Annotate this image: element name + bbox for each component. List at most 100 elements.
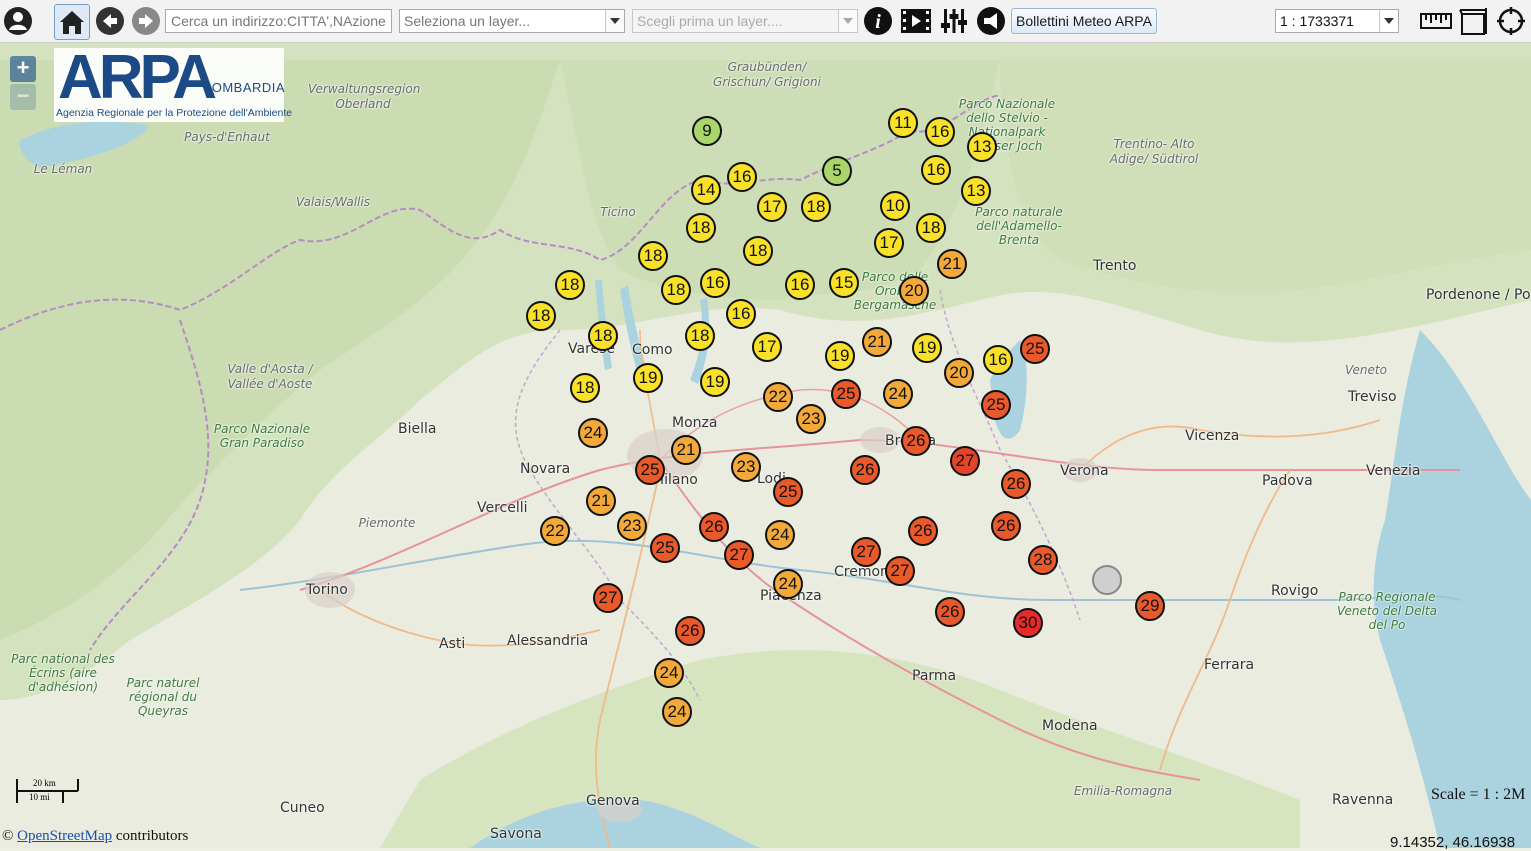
video-icon[interactable] — [899, 4, 933, 38]
temperature-marker[interactable]: 26 — [850, 455, 880, 485]
temperature-marker[interactable]: 13 — [967, 132, 997, 162]
temperature-marker[interactable]: 26 — [908, 516, 938, 546]
temperature-marker[interactable]: 25 — [650, 533, 680, 563]
temperature-marker[interactable]: 19 — [700, 367, 730, 397]
temperature-marker[interactable]: 18 — [638, 241, 668, 271]
temperature-marker[interactable]: 19 — [912, 333, 942, 363]
temperature-marker[interactable]: 24 — [765, 520, 795, 550]
temperature-marker[interactable]: 10 — [880, 191, 910, 221]
place-label: Vercelli — [477, 500, 528, 516]
megaphone-icon[interactable] — [974, 4, 1008, 38]
openstreetmap-link[interactable]: OpenStreetMap — [17, 828, 112, 844]
temperature-marker[interactable]: 30 — [1013, 608, 1043, 638]
temperature-marker[interactable]: 27 — [851, 537, 881, 567]
temperature-marker[interactable]: 24 — [662, 697, 692, 727]
temperature-marker[interactable]: 20 — [944, 358, 974, 388]
temperature-marker[interactable]: 24 — [773, 569, 803, 599]
temperature-marker[interactable]: 18 — [685, 321, 715, 351]
area-measure-icon[interactable] — [1457, 4, 1491, 38]
temperature-marker[interactable]: 21 — [671, 435, 701, 465]
temperature-marker[interactable]: 16 — [785, 270, 815, 300]
temperature-marker[interactable]: 19 — [825, 341, 855, 371]
temperature-marker[interactable]: 25 — [773, 477, 803, 507]
zoom-in-button[interactable]: + — [10, 56, 36, 82]
ruler-icon[interactable] — [1419, 4, 1453, 38]
place-label: Verona — [1060, 463, 1109, 479]
locate-icon[interactable] — [1494, 4, 1528, 38]
temperature-marker[interactable]: 25 — [635, 455, 665, 485]
temperature-marker[interactable]: 21 — [937, 249, 967, 279]
layer-select[interactable]: Seleziona un layer... — [399, 9, 625, 33]
temperature-marker[interactable]: 25 — [831, 379, 861, 409]
forward-icon[interactable] — [129, 4, 163, 38]
temperature-marker[interactable]: 24 — [578, 418, 608, 448]
back-icon[interactable] — [93, 4, 127, 38]
temperature-marker[interactable]: 14 — [691, 175, 721, 205]
temperature-marker[interactable]: 18 — [555, 270, 585, 300]
scale-select[interactable]: 1 : 1733371 — [1275, 9, 1399, 33]
user-icon[interactable] — [1, 4, 35, 38]
place-label: Valle d'Aosta / Vallée d'Aoste — [227, 362, 313, 391]
temperature-marker[interactable]: 23 — [796, 404, 826, 434]
place-label: Emilia-Romagna — [1073, 784, 1173, 798]
temperature-marker[interactable]: 16 — [925, 117, 955, 147]
chevron-down-icon — [838, 10, 857, 32]
temperature-marker[interactable]: 26 — [699, 512, 729, 542]
temperature-marker[interactable]: 18 — [526, 301, 556, 331]
temperature-marker[interactable]: 29 — [1135, 591, 1165, 621]
temperature-marker[interactable]: 25 — [981, 390, 1011, 420]
temperature-marker[interactable]: 13 — [961, 176, 991, 206]
temperature-marker[interactable]: 27 — [724, 540, 754, 570]
temperature-marker[interactable]: 17 — [874, 228, 904, 258]
temperature-marker[interactable]: 17 — [757, 192, 787, 222]
temperature-marker[interactable]: 28 — [1028, 545, 1058, 575]
bollettini-meteo-button[interactable]: Bollettini Meteo ARPA — [1011, 8, 1157, 34]
temperature-marker[interactable]: 17 — [752, 332, 782, 362]
temperature-marker[interactable]: 18 — [686, 213, 716, 243]
temperature-marker[interactable]: 22 — [763, 382, 793, 412]
temperature-marker[interactable]: 11 — [888, 108, 918, 138]
temperature-marker[interactable]: 9 — [692, 116, 722, 146]
place-label: Cuneo — [280, 800, 325, 816]
map-viewport[interactable]: Graubünden/ Grischun/ Grigioni Verwaltung… — [0, 0, 1531, 848]
temperature-marker[interactable]: 26 — [675, 616, 705, 646]
place-label: Friu — [1512, 233, 1531, 248]
temperature-marker[interactable]: 21 — [862, 327, 892, 357]
temperature-marker[interactable]: 23 — [731, 452, 761, 482]
temperature-marker[interactable]: 16 — [700, 268, 730, 298]
info-icon[interactable]: i — [861, 4, 895, 38]
temperature-marker[interactable]: 16 — [726, 299, 756, 329]
temperature-marker[interactable]: 26 — [935, 597, 965, 627]
temperature-marker[interactable]: 20 — [899, 276, 929, 306]
temperature-marker[interactable]: 16 — [727, 162, 757, 192]
temperature-marker[interactable]: 26 — [901, 426, 931, 456]
home-icon[interactable] — [54, 4, 90, 40]
temperature-marker[interactable]: 23 — [617, 511, 647, 541]
temperature-marker[interactable]: 24 — [654, 658, 684, 688]
temperature-marker[interactable]: 16 — [983, 345, 1013, 375]
temperature-marker[interactable]: 18 — [801, 192, 831, 222]
sublayer-select[interactable]: Scegli prima un layer.... — [632, 9, 858, 33]
temperature-marker[interactable] — [1092, 565, 1122, 595]
temperature-marker[interactable]: 27 — [885, 556, 915, 586]
temperature-marker[interactable]: 27 — [593, 583, 623, 613]
zoom-out-button[interactable]: − — [10, 84, 36, 110]
temperature-marker[interactable]: 21 — [586, 486, 616, 516]
temperature-marker[interactable]: 26 — [991, 511, 1021, 541]
temperature-marker[interactable]: 25 — [1020, 334, 1050, 364]
temperature-marker[interactable]: 27 — [950, 446, 980, 476]
temperature-marker[interactable]: 18 — [570, 373, 600, 403]
temperature-marker[interactable]: 18 — [916, 213, 946, 243]
sliders-icon[interactable] — [937, 4, 971, 38]
temperature-marker[interactable]: 15 — [829, 268, 859, 298]
address-search-input[interactable] — [165, 9, 392, 33]
temperature-marker[interactable]: 19 — [633, 363, 663, 393]
temperature-marker[interactable]: 18 — [661, 275, 691, 305]
temperature-marker[interactable]: 26 — [1001, 469, 1031, 499]
temperature-marker[interactable]: 5 — [822, 156, 852, 186]
temperature-marker[interactable]: 18 — [588, 321, 618, 351]
temperature-marker[interactable]: 22 — [540, 516, 570, 546]
temperature-marker[interactable]: 16 — [921, 155, 951, 185]
temperature-marker[interactable]: 18 — [743, 236, 773, 266]
temperature-marker[interactable]: 24 — [883, 379, 913, 409]
